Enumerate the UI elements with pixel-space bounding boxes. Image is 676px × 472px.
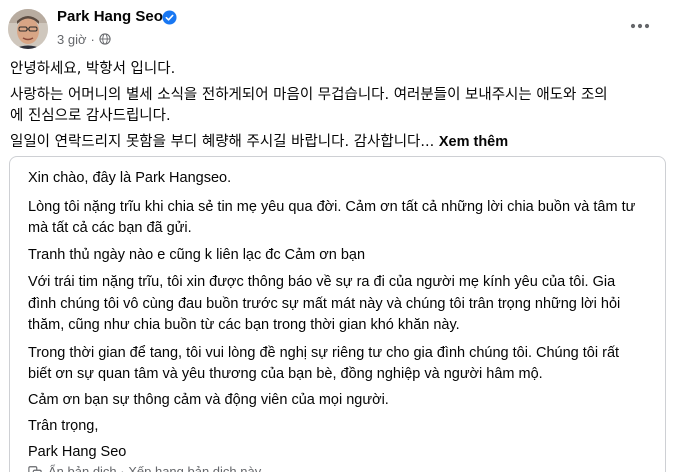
translation-line: biết ơn sự quan tâm và yêu thương của bạ… — [28, 366, 543, 382]
translation-line: Tranh thủ ngày nào e cũng k liên lạc đc … — [28, 247, 366, 263]
post-text-line: 일일이 연락드리지 못함을 부디 혜량해 주시길 바랍니다. 감사합니다... … — [10, 132, 508, 153]
translation-line: Trân trọng, — [28, 418, 99, 434]
meta-separator: · — [90, 31, 95, 47]
translate-icon — [28, 465, 42, 472]
see-more-link[interactable]: Xem thêm — [439, 134, 508, 150]
post-options-button[interactable] — [626, 12, 654, 40]
verified-badge-icon — [162, 10, 177, 25]
post-text-last: 일일이 연락드리지 못함을 부디 혜량해 주시길 바랍니다. 감사합니다... — [10, 134, 435, 150]
author-name[interactable]: Park Hang Seo — [57, 8, 163, 25]
translation-line: Cảm ơn bạn sự thông cảm và động viên của… — [28, 392, 389, 408]
facebook-post: Park Hang Seo 3 giờ · 안녕하세요, 박항서 입니다. 사랑… — [0, 0, 676, 472]
translation-line: mà tất cả các bạn đã gửi. — [28, 220, 192, 236]
translation-line: Park Hang Seo — [28, 444, 127, 460]
post-header: Park Hang Seo 3 giờ · — [0, 0, 676, 56]
translation-line: Xin chào, đây là Park Hangseo. — [28, 170, 232, 186]
translation-footer-text[interactable]: Ẩn bản dịch · Xếp hạng bản dịch này — [48, 464, 261, 472]
post-text-line: 안녕하세요, 박항서 입니다. — [10, 61, 176, 77]
avatar-photo — [8, 9, 48, 49]
more-horizontal-icon — [630, 23, 650, 29]
translation-line: Với trái tim nặng trĩu, tôi xin được thô… — [28, 274, 616, 290]
translation-panel: Xin chào, đây là Park Hangseo. Lòng tôi … — [9, 156, 666, 472]
post-meta: 3 giờ · — [57, 31, 111, 47]
translation-line: Lòng tôi nặng trĩu khi chia sẻ tin mẹ yê… — [28, 199, 636, 215]
translation-footer: Ẩn bản dịch · Xếp hạng bản dịch này — [28, 464, 261, 472]
translation-line: đình chúng tôi vô cùng đau buồn trước sự… — [28, 296, 621, 312]
post-text-line: 사랑하는 어머니의 별세 소식을 전하게되어 마음이 무겁습니다. 여러분들이 … — [10, 87, 608, 103]
translation-line: Trong thời gian để tang, tôi vui lòng đề… — [28, 345, 620, 361]
globe-icon — [99, 33, 111, 45]
author-avatar[interactable] — [8, 9, 48, 49]
post-timestamp[interactable]: 3 giờ — [57, 32, 87, 47]
post-text-line: 에 진심으로 감사드립니다. — [10, 108, 171, 124]
translation-line: thăm, cũng như chia buồn từ các bạn tron… — [28, 317, 460, 333]
